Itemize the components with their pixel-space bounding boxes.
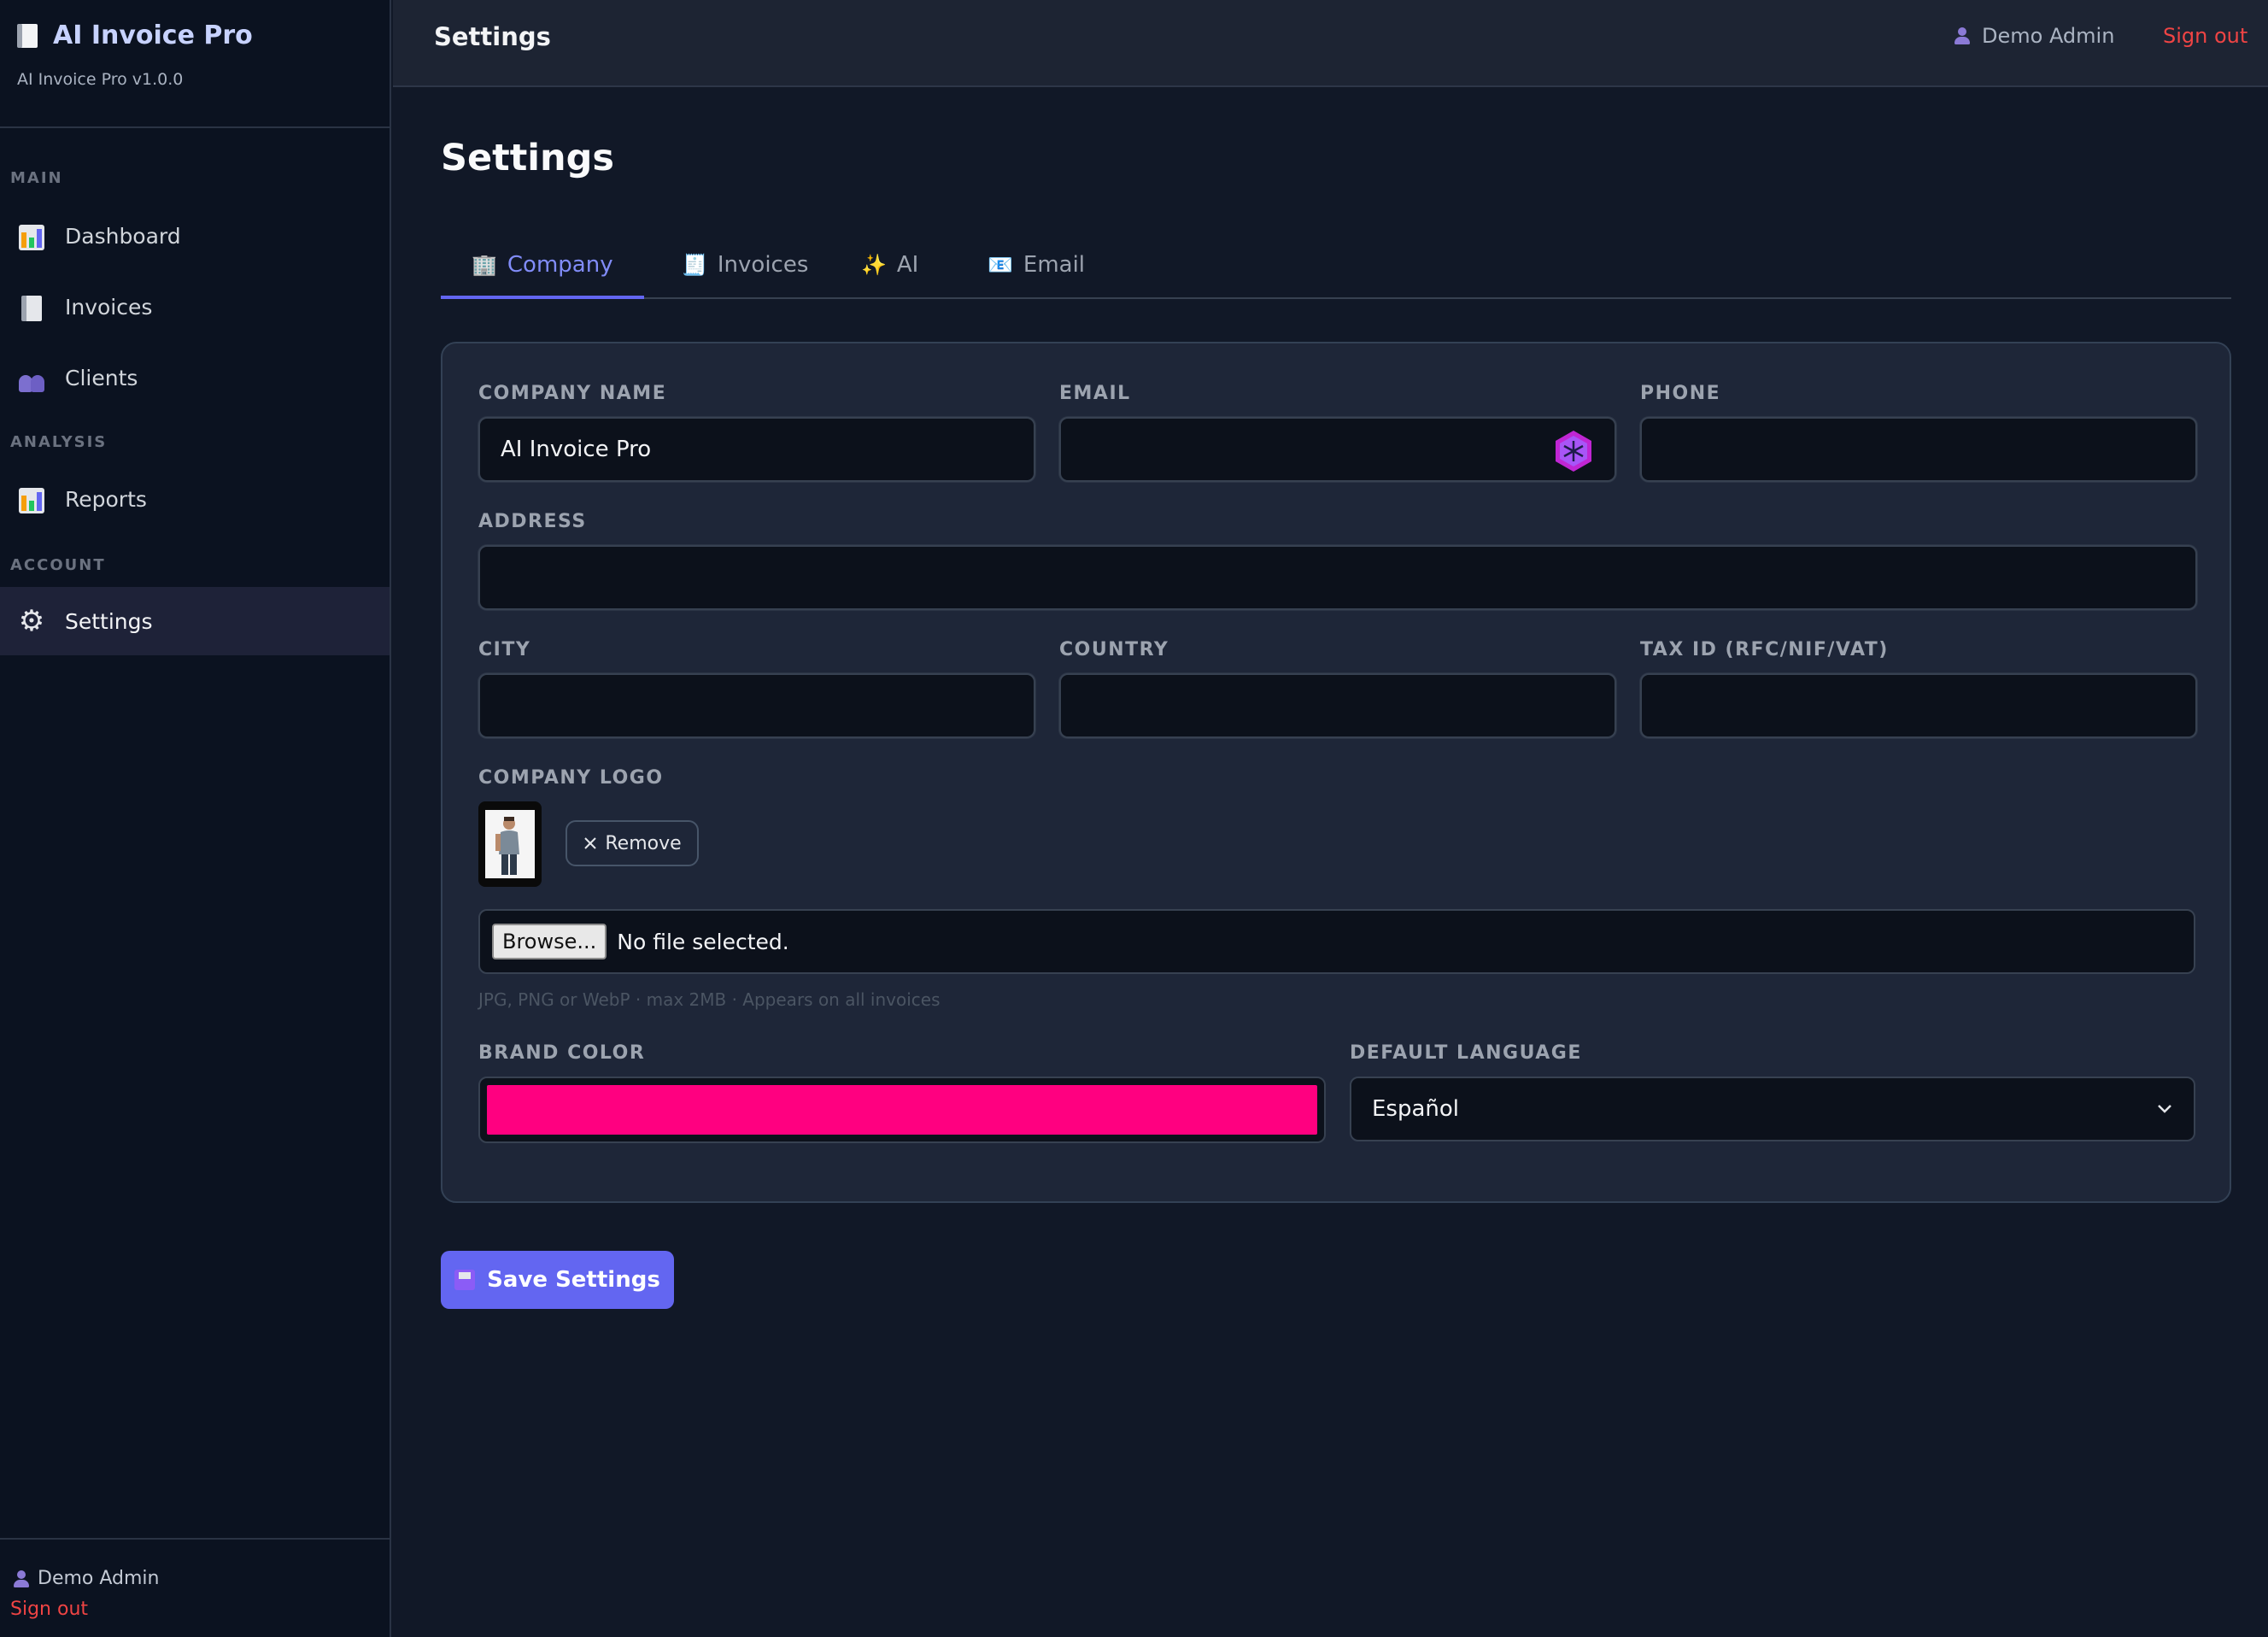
- color-swatch: [487, 1085, 1317, 1135]
- chevron-down-icon: [2158, 1105, 2171, 1113]
- logo-image: [485, 810, 535, 878]
- brand-title: AI Invoice Pro: [17, 21, 253, 50]
- country-input[interactable]: [1059, 673, 1616, 738]
- save-settings-button[interactable]: Save Settings: [441, 1251, 674, 1309]
- company-logo-preview: [478, 801, 542, 887]
- page-title: Settings: [441, 137, 614, 179]
- users-icon: [17, 363, 46, 392]
- tab-invoices[interactable]: 🧾 Invoices: [651, 252, 839, 299]
- phone-label: PHONE: [1640, 383, 1721, 404]
- sidebar-item-label: Reports: [65, 486, 147, 512]
- section-label-account: ACCOUNT: [10, 556, 106, 574]
- topbar-user-name: Demo Admin: [1982, 24, 2115, 48]
- user-icon: [14, 1570, 29, 1587]
- default-language-select[interactable]: Español: [1350, 1077, 2195, 1141]
- tab-label: Invoices: [717, 252, 809, 278]
- company-name-label: COMPANY NAME: [478, 383, 667, 404]
- divider: [0, 1538, 391, 1540]
- sidebar: AI Invoice Pro AI Invoice Pro v1.0.0 MAI…: [0, 0, 391, 1637]
- sidebar-item-label: Clients: [65, 365, 138, 390]
- app-version: AI Invoice Pro v1.0.0: [17, 70, 184, 89]
- brand-color-label: BRAND COLOR: [478, 1042, 646, 1064]
- tab-company[interactable]: 🏢 Company: [441, 252, 644, 299]
- email-label: EMAIL: [1059, 383, 1131, 404]
- sidebar-signout-link[interactable]: Sign out: [10, 1599, 88, 1620]
- file-status: No file selected.: [617, 929, 789, 954]
- document-icon: [17, 292, 46, 321]
- brand-color-picker[interactable]: [478, 1077, 1326, 1143]
- logo-file-input[interactable]: Browse... No file selected.: [478, 909, 2195, 974]
- user-icon: [1954, 27, 1970, 44]
- sidebar-item-dashboard[interactable]: Dashboard: [0, 202, 390, 270]
- separator: ·: [2062, 24, 2069, 48]
- save-label: Save Settings: [487, 1267, 660, 1293]
- tab-label: Email: [1023, 252, 1086, 278]
- tax-id-input[interactable]: [1640, 673, 2197, 738]
- brand[interactable]: AI Invoice Pro: [17, 21, 253, 50]
- floppy-disk-icon: [454, 1270, 476, 1290]
- tab-label: AI: [896, 252, 919, 278]
- city-label: CITY: [478, 639, 531, 660]
- address-label: ADDRESS: [478, 511, 587, 532]
- country-label: COUNTRY: [1059, 639, 1169, 660]
- document-icon: 🧾: [682, 253, 707, 277]
- phone-input[interactable]: [1640, 417, 2197, 482]
- company-settings-card: COMPANY NAME AI Invoice Pro EMAIL PHONE …: [441, 342, 2231, 1203]
- company-name-input[interactable]: AI Invoice Pro: [478, 417, 1035, 482]
- signout-link[interactable]: Sign out: [2163, 24, 2247, 48]
- autofill-extension-icon[interactable]: [1551, 429, 1596, 473]
- company-logo-label: COMPANY LOGO: [478, 767, 664, 789]
- topbar-title: Settings: [434, 22, 551, 51]
- tax-id-label: TAX ID (RFC/NIF/VAT): [1640, 639, 1889, 660]
- app-name: AI Invoice Pro: [53, 21, 253, 50]
- bar-chart-icon: [17, 484, 46, 513]
- remove-label: Remove: [605, 832, 682, 854]
- building-icon: 🏢: [472, 253, 497, 277]
- topbar: Settings Demo Admin · Sign out: [393, 0, 2268, 87]
- envelope-icon: 📧: [987, 253, 1013, 277]
- tab-ai[interactable]: ✨ AI: [830, 252, 949, 299]
- tab-email[interactable]: 📧 Email: [957, 252, 1116, 299]
- sidebar-item-settings[interactable]: ⚙ Settings: [0, 587, 390, 655]
- close-icon: [584, 837, 597, 849]
- sidebar-user-name: Demo Admin: [38, 1568, 160, 1589]
- section-label-main: MAIN: [10, 169, 63, 187]
- remove-logo-button[interactable]: Remove: [566, 820, 699, 866]
- section-label-analysis: ANALYSIS: [10, 433, 108, 451]
- sidebar-item-reports[interactable]: Reports: [0, 465, 390, 533]
- sidebar-item-label: Dashboard: [65, 223, 181, 249]
- sidebar-item-clients[interactable]: Clients: [0, 343, 390, 412]
- gear-icon: ⚙: [18, 604, 45, 638]
- sidebar-item-label: Invoices: [65, 294, 153, 320]
- sidebar-item-label: Settings: [65, 608, 153, 634]
- selected-language: Español: [1372, 1096, 1460, 1122]
- sidebar-user: Demo Admin: [14, 1568, 159, 1589]
- default-language-label: DEFAULT LANGUAGE: [1350, 1042, 1582, 1064]
- address-input[interactable]: [478, 545, 2197, 610]
- browse-button[interactable]: Browse...: [492, 924, 607, 959]
- divider: [0, 126, 391, 128]
- email-input[interactable]: [1059, 417, 1616, 482]
- sparkles-icon: ✨: [861, 253, 887, 277]
- settings-tabs: 🏢 Company 🧾 Invoices ✨ AI 📧 Email: [441, 239, 2231, 299]
- logo-hint: JPG, PNG or WebP · max 2MB · Appears on …: [478, 989, 941, 1010]
- topbar-user: Demo Admin: [1954, 24, 2114, 48]
- bar-chart-icon: [17, 221, 46, 250]
- document-icon: [17, 23, 38, 48]
- city-input[interactable]: [478, 673, 1035, 738]
- tab-label: Company: [507, 252, 613, 278]
- sidebar-item-invoices[interactable]: Invoices: [0, 273, 390, 341]
